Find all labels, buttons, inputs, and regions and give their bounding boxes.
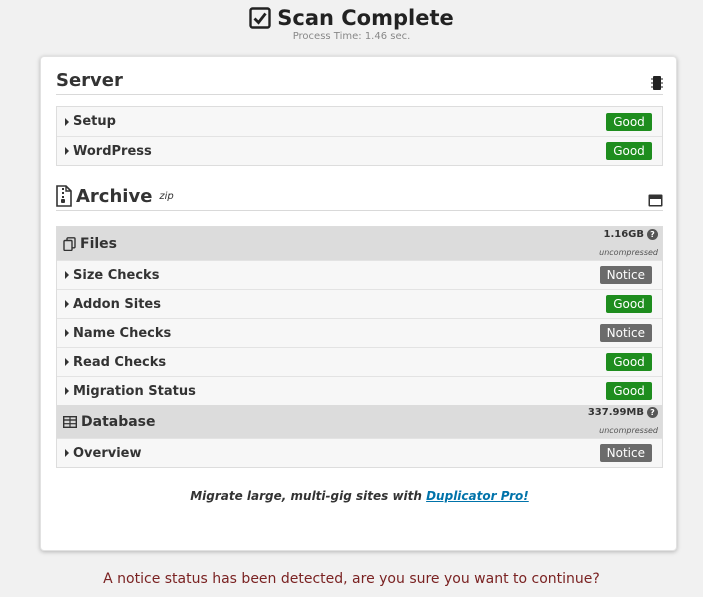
chip-icon	[651, 76, 663, 90]
overview-row[interactable]: Overview Notice	[57, 438, 662, 467]
notice-warning: A notice status has been detected, are y…	[103, 571, 600, 587]
server-checks: Setup Good WordPress Good	[56, 106, 663, 166]
wordpress-row[interactable]: WordPress Good	[57, 136, 662, 165]
promo-text: Migrate large, multi-gig sites with Dupl…	[190, 489, 529, 503]
status-badge: Good	[606, 142, 652, 160]
page-title: Scan Complete	[277, 6, 454, 30]
status-badge: Good	[606, 112, 652, 131]
caret-right-icon	[65, 387, 69, 395]
files-size: 1.16GB? uncompressed	[599, 228, 658, 257]
caret-right-icon	[65, 449, 69, 457]
caret-right-icon	[65, 358, 69, 366]
status-badge: Good	[606, 353, 652, 371]
archive-title: Archive zip	[56, 185, 174, 207]
archive-format: zip	[159, 190, 174, 202]
read-checks-row[interactable]: Read Checks Good	[57, 347, 662, 376]
checkbox-checked-icon	[249, 7, 271, 29]
addon-sites-row[interactable]: Addon Sites Good	[57, 289, 662, 318]
files-group-header: Files 1.16GB? uncompressed	[57, 227, 662, 260]
help-icon[interactable]: ?	[647, 406, 658, 418]
size-checks-row[interactable]: Size Checks Notice	[57, 260, 662, 289]
zip-file-icon	[56, 185, 72, 207]
database-size: 337.99MB? uncompressed	[587, 406, 658, 435]
status-badge: Notice	[599, 324, 652, 342]
caret-right-icon	[65, 271, 69, 279]
setup-row[interactable]: Setup Good	[57, 107, 662, 136]
caret-right-icon	[65, 300, 69, 308]
migration-status-row[interactable]: Migration Status Good	[57, 376, 662, 405]
status-badge: Notice	[599, 444, 652, 462]
server-section-header: Server	[56, 70, 663, 95]
archive-section-header: Archive zip	[56, 185, 663, 211]
process-time: Process Time: 1.46 sec.	[292, 31, 411, 42]
caret-right-icon	[65, 147, 69, 155]
help-icon[interactable]: ?	[647, 228, 658, 240]
title-row: Scan Complete	[0, 6, 703, 30]
status-badge: Good	[606, 382, 652, 400]
archive-box-icon	[648, 194, 663, 207]
name-checks-row[interactable]: Name Checks Notice	[57, 318, 662, 347]
caret-right-icon	[65, 117, 69, 126]
scan-header: Scan Complete Process Time: 1.46 sec.	[0, 6, 703, 42]
archive-checks: Files 1.16GB? uncompressed Size Checks N…	[56, 226, 663, 468]
caret-right-icon	[65, 329, 69, 337]
files-copy-icon	[63, 236, 76, 251]
database-group-header: Database 337.99MB? uncompressed	[57, 405, 662, 438]
duplicator-pro-link[interactable]: Duplicator Pro!	[426, 489, 529, 503]
table-icon	[63, 415, 77, 428]
status-badge: Notice	[599, 266, 652, 284]
server-title: Server	[56, 70, 123, 91]
status-badge: Good	[606, 295, 652, 313]
scan-results-panel: Server Setup Good WordPress Good Archive…	[40, 56, 677, 551]
